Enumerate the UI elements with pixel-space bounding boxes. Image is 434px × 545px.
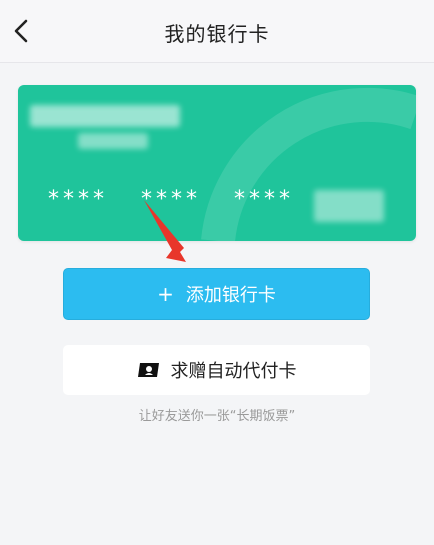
gift-card-icon	[137, 361, 161, 379]
plus-icon: +	[157, 282, 174, 306]
blurred-last-digits	[314, 190, 384, 222]
blurred-bank-name	[30, 105, 180, 127]
hint-text: 让好友送你一张“长期饭票”	[138, 409, 296, 424]
page-title: 我的银行卡	[164, 22, 270, 46]
blurred-card-type	[78, 133, 148, 149]
annotation-arrow-icon	[144, 200, 186, 262]
request-gift-card-button[interactable]: 求赠自动代付卡	[63, 345, 370, 395]
add-bank-card-label: 添加银行卡	[185, 285, 276, 306]
add-bank-card-button[interactable]: + 添加银行卡	[63, 268, 370, 320]
masked-group: ****	[234, 187, 294, 212]
masked-group: ****	[48, 187, 108, 212]
top-bar: 我的银行卡	[0, 0, 434, 63]
bank-card[interactable]: **** **** ****	[18, 85, 416, 241]
request-gift-card-label: 求赠自动代付卡	[170, 361, 297, 382]
